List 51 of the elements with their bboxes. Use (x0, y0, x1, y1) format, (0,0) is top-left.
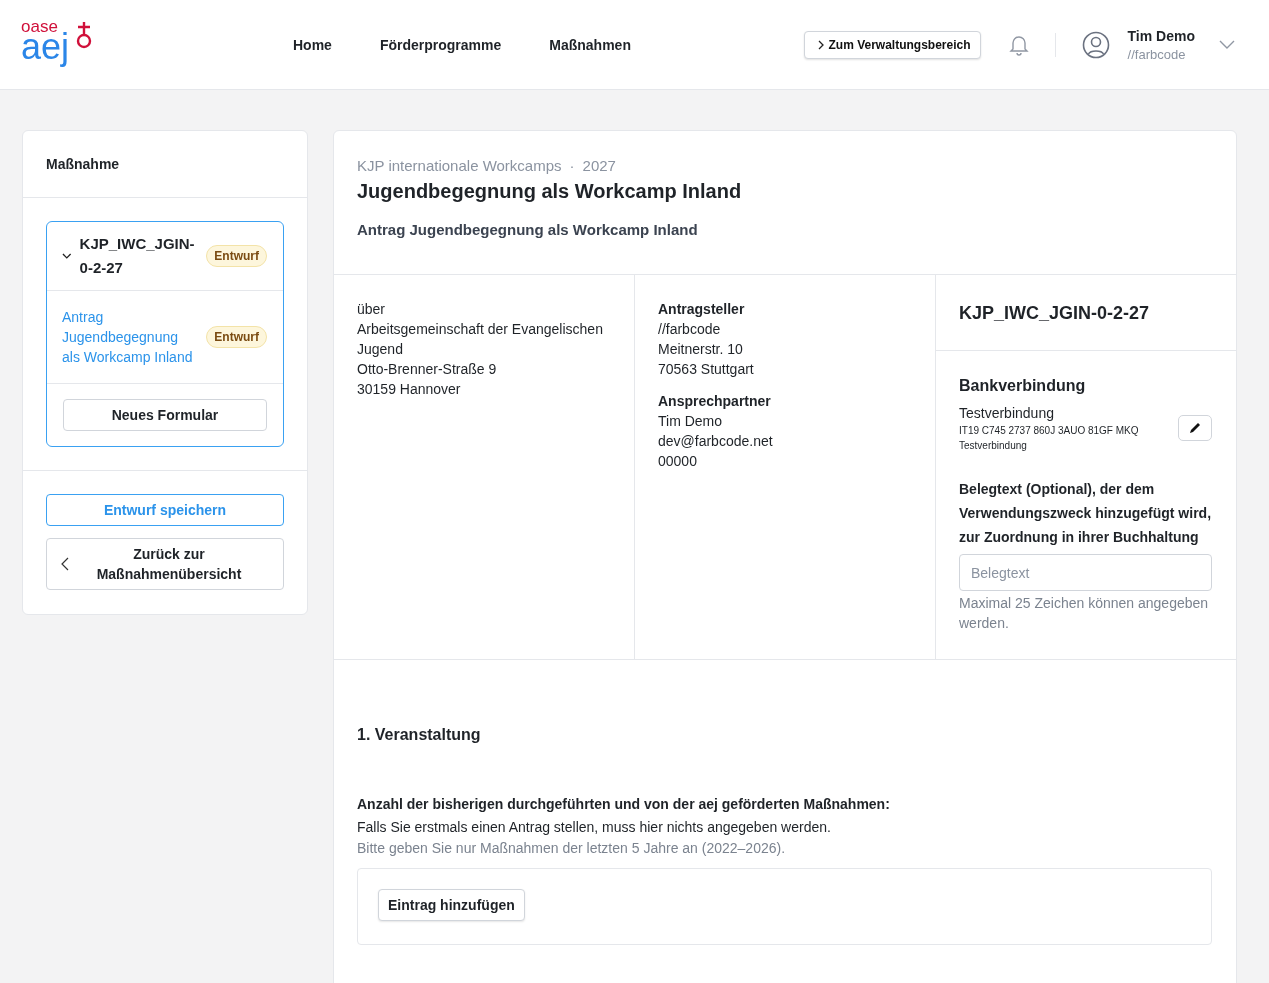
iban: IT19 C745 2737 860J 3AUO 81GF MKQ (959, 425, 1140, 436)
edit-button[interactable] (1178, 415, 1212, 441)
address-line: 70563 Stuttgart (658, 360, 755, 379)
status-badge: Entwurf (206, 326, 267, 348)
back-button[interactable]: Zurück zur Maßnahmenübersicht (46, 538, 284, 590)
user-name: Tim Demo (1127, 27, 1195, 44)
contact-line: dev@farbcode.net (658, 432, 774, 451)
bell-icon[interactable] (1008, 33, 1029, 56)
applicant-heading: Antragsteller (658, 300, 746, 319)
program-year: 2027 (582, 157, 616, 174)
sidebar-title: Maßnahme (46, 156, 120, 172)
user-organization: //farbcode (1127, 46, 1187, 62)
chevron-left-icon (61, 557, 69, 571)
user-avatar-icon[interactable] (1081, 30, 1110, 59)
program-name: KJP internationale Workcamps (357, 157, 562, 174)
address-line: Otto-Brenner-Straße 9 (357, 360, 498, 379)
section-title: 1. Veranstaltung (357, 726, 482, 744)
chevron-right-icon (816, 39, 825, 50)
address-line: 30159 Hannover (357, 380, 462, 399)
question-label: Anzahl der bisherigen durchgeführten und von der aej geförderten Maßnahmen: (357, 795, 891, 814)
admin-button[interactable]: Zum Verwaltungsbereich (803, 30, 981, 59)
bank-name: Testverbindung (959, 405, 1055, 421)
cross-circle-icon (75, 20, 93, 51)
contact-heading: Ansprechpartner (658, 392, 772, 411)
address-line: Arbeitsgemeinschaft der Evangelischen Jugend (357, 320, 604, 359)
new-form-button[interactable]: Neues Formular (63, 399, 267, 431)
chevron-icon[interactable] (62, 252, 72, 260)
address-line: Meitnerstr. 10 (658, 340, 744, 359)
address-line: über (357, 300, 387, 319)
question-hint: Bitte geben Sie nur Maßnahmen der letzten 5 Jahre an (2022–2026). (357, 839, 787, 858)
nav-link[interactable]: Maßnahmen (549, 36, 631, 53)
page-subtitle: Antrag Jugendbegegnung als Workcamp Inland (357, 221, 699, 238)
measure-code[interactable]: KJP_IWC_JGIN-0-2-27 (79, 232, 199, 280)
account-holder: Testverbindung (959, 440, 1028, 451)
separator: · (569, 157, 575, 174)
measure-code: KJP_IWC_JGIN-0-2-27 (959, 303, 1150, 323)
nav-link[interactable]: Förderprogramme (379, 36, 502, 53)
nav-link[interactable]: Home (293, 36, 332, 53)
address-line: //farbcode (658, 320, 722, 339)
add-entry-button[interactable]: Eintrag hinzufügen (378, 889, 525, 921)
contact-line: 00000 (658, 452, 698, 471)
contact-line: Tim Demo (658, 412, 724, 431)
question-note: Falls Sie erstmals einen Antrag stellen, muss hier nichts angegeben werden. (357, 818, 832, 837)
receipt-input[interactable]: Belegtext (959, 554, 1212, 591)
receipt-hint: Maximal 25 Zeichen können angegeben werden. (959, 594, 1210, 633)
receipt-label: Belegtext (Optional), der dem Verwendungszweck hinzugefügt wird, zur Zuordnung in ihrer Buchhaltung (959, 480, 1212, 547)
caret-icon[interactable] (1219, 39, 1235, 50)
page-title: Jugendbegegnung als Workcamp Inland (357, 180, 743, 203)
pencil-icon (1188, 421, 1202, 435)
status-badge: Entwurf (206, 245, 267, 267)
bank-heading: Bankverbindung (959, 377, 1087, 395)
